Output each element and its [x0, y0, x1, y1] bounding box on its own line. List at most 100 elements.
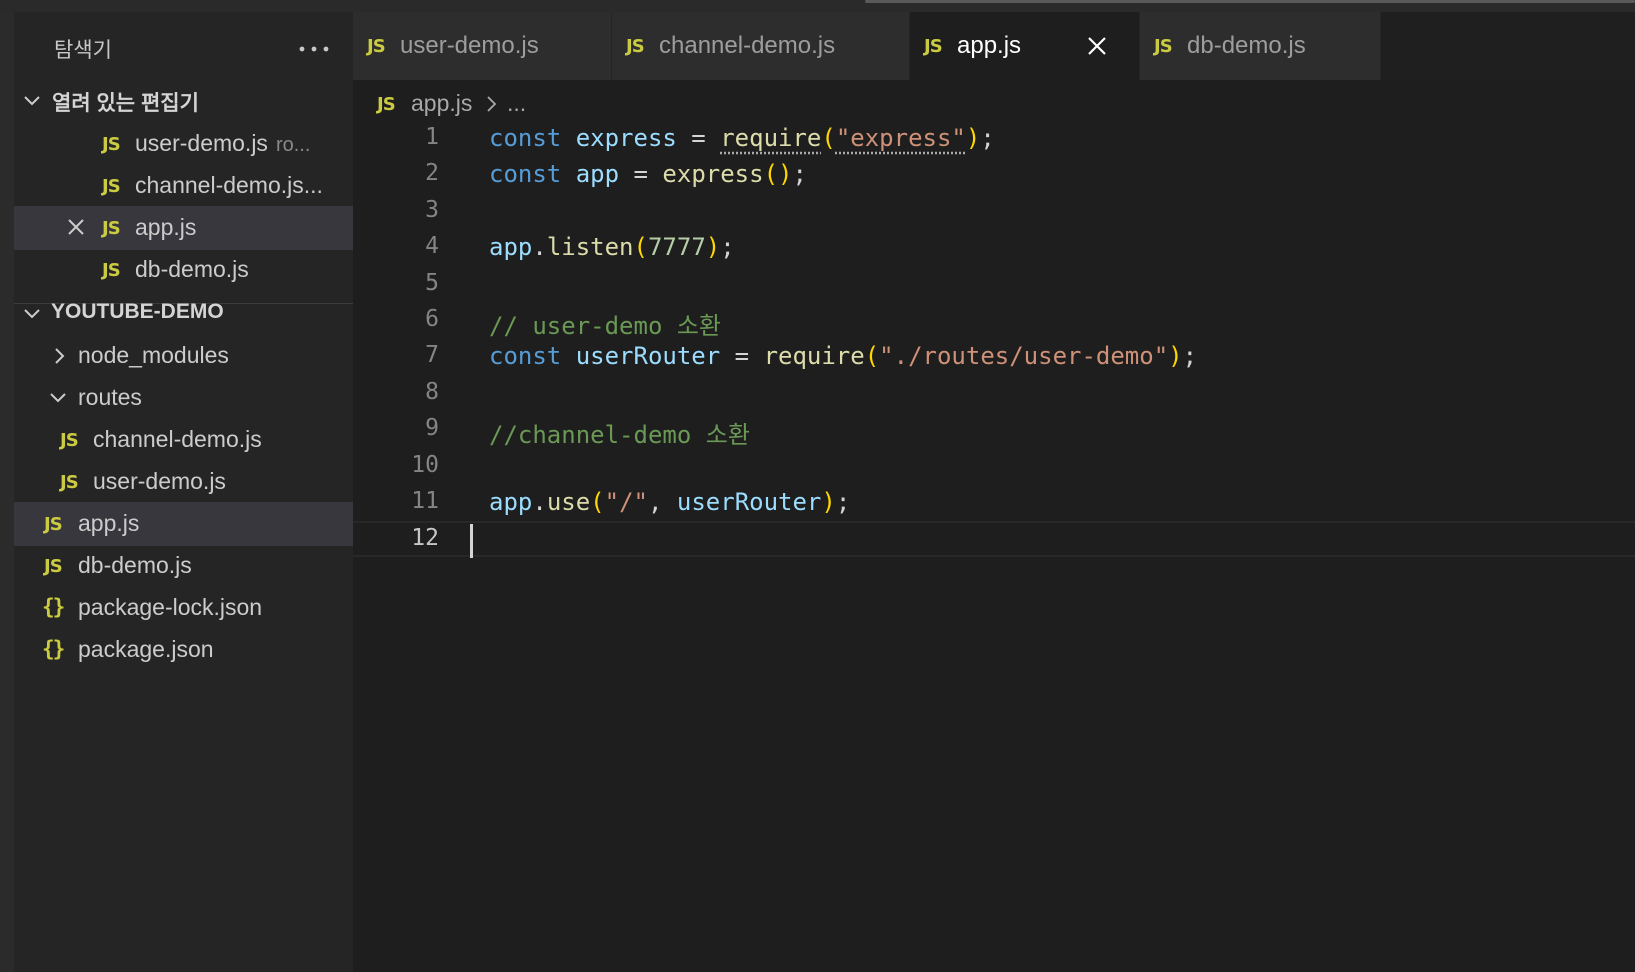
- open-editor-item-active[interactable]: JS app.js: [14, 206, 353, 250]
- line-number: 7: [425, 342, 439, 368]
- code-text: //channel-demo 소환: [489, 421, 750, 449]
- line-number: 6: [425, 306, 439, 332]
- title-bar: [0, 0, 1635, 12]
- title-bar-highlight: [865, 0, 1635, 3]
- tab-db-demo[interactable]: JS db-demo.js: [1140, 12, 1381, 80]
- tab-label: app.js: [957, 32, 1022, 59]
- code-text: const userRouter = require("./routes/use…: [489, 342, 1198, 370]
- code-line[interactable]: 8: [353, 377, 1635, 413]
- tree-file[interactable]: JS user-demo.js: [14, 460, 353, 504]
- line-number: 2: [425, 160, 439, 186]
- tab-label: user-demo.js: [400, 32, 539, 59]
- tree-folder-routes[interactable]: routes: [14, 376, 353, 420]
- file-path-hint: ro...: [275, 134, 311, 156]
- line-number: 5: [425, 270, 439, 296]
- folder-name: node_modules: [78, 342, 229, 368]
- js-file-icon: JS: [102, 134, 121, 155]
- line-number: 9: [425, 415, 439, 441]
- code-line[interactable]: 3: [353, 195, 1635, 231]
- js-file-icon: JS: [924, 36, 943, 57]
- project-header[interactable]: YOUTUBE-DEMO: [14, 292, 353, 336]
- breadcrumb-more[interactable]: ...: [507, 90, 526, 117]
- more-actions-icon[interactable]: [294, 34, 334, 64]
- js-file-icon: JS: [367, 36, 386, 57]
- file-name: package-lock.json: [78, 594, 263, 620]
- code-line[interactable]: 10: [353, 450, 1635, 486]
- breadcrumb-file[interactable]: app.js: [411, 90, 472, 117]
- tab-channel-demo[interactable]: JS channel-demo.js: [612, 12, 910, 80]
- tab-user-demo[interactable]: JS user-demo.js: [353, 12, 612, 80]
- editor-tab-bar: JS user-demo.js JS channel-demo.js JS ap…: [353, 12, 1635, 80]
- js-file-icon: JS: [626, 36, 645, 57]
- js-file-icon: JS: [1154, 36, 1173, 57]
- json-file-icon: {}: [42, 595, 65, 619]
- code-line[interactable]: 2 const app = express();: [353, 158, 1635, 194]
- code-text: // user-demo 소환: [489, 312, 721, 340]
- code-text: const app = express();: [489, 160, 807, 188]
- line-number: 12: [411, 525, 439, 551]
- tab-label: db-demo.js: [1187, 32, 1306, 59]
- chevron-down-icon: [50, 393, 66, 403]
- file-name: db-demo.js: [78, 552, 192, 578]
- chevron-right-icon: [487, 96, 497, 112]
- line-number: 11: [411, 488, 439, 514]
- tree-file-selected[interactable]: JS app.js: [14, 502, 353, 546]
- code-line[interactable]: 9 //channel-demo 소환: [353, 413, 1635, 449]
- open-editor-item-label: user-demo.js ro...: [135, 130, 310, 157]
- chevron-right-icon: [55, 348, 65, 364]
- line-number: 3: [425, 197, 439, 223]
- open-editor-item[interactable]: JS db-demo.js: [14, 248, 353, 292]
- close-icon[interactable]: [1086, 35, 1108, 57]
- code-text: app.listen(7777);: [489, 233, 735, 261]
- text-cursor: [470, 524, 473, 558]
- tree-folder-node-modules[interactable]: node_modules: [14, 334, 353, 378]
- chevron-down-icon: [24, 309, 40, 319]
- json-file-icon: {}: [42, 637, 65, 661]
- file-name: channel-demo.js...: [135, 172, 323, 198]
- open-editors-header[interactable]: 열려 있는 편집기: [14, 79, 353, 123]
- file-name: user-demo.js: [135, 130, 268, 156]
- line-number: 4: [425, 233, 439, 259]
- code-editor[interactable]: JS app.js ... 1 const express = require(…: [353, 80, 1635, 972]
- code-text: app.use("/", userRouter);: [489, 488, 851, 516]
- open-editor-item[interactable]: JS channel-demo.js...: [14, 164, 353, 208]
- code-line[interactable]: 1 const express = require("express");: [353, 122, 1635, 158]
- tab-app-active[interactable]: JS app.js: [910, 12, 1140, 80]
- code-line[interactable]: 4 app.listen(7777);: [353, 231, 1635, 267]
- tab-label: channel-demo.js: [659, 32, 836, 59]
- file-name: app.js: [78, 510, 140, 536]
- file-name: package.json: [78, 636, 214, 662]
- close-icon[interactable]: [66, 217, 86, 237]
- tree-file[interactable]: {} package-lock.json: [14, 586, 353, 630]
- tree-file[interactable]: JS db-demo.js: [14, 544, 353, 588]
- code-line[interactable]: 11 app.use("/", userRouter);: [353, 486, 1635, 522]
- project-name: YOUTUBE-DEMO: [51, 300, 224, 323]
- code-text: const express = require("express");: [489, 124, 995, 152]
- js-file-icon: JS: [102, 260, 121, 281]
- explorer-sidebar: 탐색기 열려 있는 편집기 JS user-demo.js ro... JS ch…: [14, 12, 354, 972]
- file-name: app.js: [135, 214, 197, 240]
- file-name: user-demo.js: [93, 468, 226, 494]
- folder-name: routes: [78, 384, 142, 410]
- open-editor-item[interactable]: JS user-demo.js ro...: [14, 122, 353, 166]
- js-file-icon: JS: [102, 218, 121, 239]
- code-line[interactable]: 6 // user-demo 소환: [353, 304, 1635, 340]
- js-file-icon: JS: [60, 430, 79, 451]
- file-name: db-demo.js: [135, 256, 249, 282]
- file-name: channel-demo.js: [93, 426, 262, 452]
- js-file-icon: JS: [44, 556, 63, 577]
- code-line[interactable]: 5: [353, 268, 1635, 304]
- js-file-icon: JS: [377, 94, 396, 115]
- activity-bar-edge: [0, 12, 14, 972]
- line-number: 8: [425, 379, 439, 405]
- tree-file[interactable]: JS channel-demo.js: [14, 418, 353, 462]
- code-line[interactable]: 7 const userRouter = require("./routes/u…: [353, 340, 1635, 376]
- explorer-header: 탐색기: [14, 12, 353, 84]
- chevron-down-icon: [24, 96, 40, 106]
- js-file-icon: JS: [44, 514, 63, 535]
- tree-file[interactable]: {} package.json: [14, 628, 353, 672]
- explorer-title: 탐색기: [54, 38, 112, 62]
- js-file-icon: JS: [102, 176, 121, 197]
- code-line-current[interactable]: 12: [353, 521, 1635, 557]
- open-editors-label: 열려 있는 편집기: [52, 92, 199, 115]
